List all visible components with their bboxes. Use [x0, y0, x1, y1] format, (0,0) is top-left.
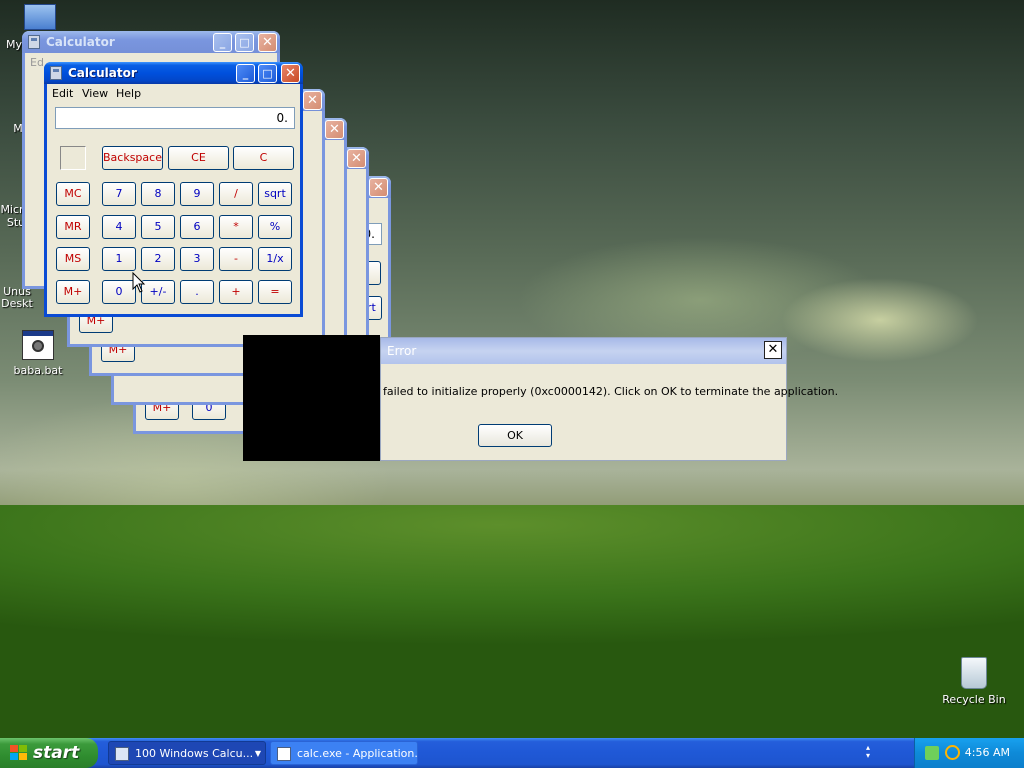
title-bar[interactable]: Calculator _ □ ✕: [44, 62, 303, 84]
maximize-button[interactable]: □: [235, 33, 254, 52]
clock: 4:56 AM: [964, 746, 1010, 759]
close-button[interactable]: ✕: [347, 149, 366, 168]
multiply-button[interactable]: *: [219, 215, 253, 239]
start-label: start: [33, 743, 80, 763]
divide-button[interactable]: /: [219, 182, 253, 206]
percent-button[interactable]: %: [258, 215, 292, 239]
batch-file-icon[interactable]: baba.bat: [0, 330, 76, 377]
clear-button[interactable]: C: [233, 146, 294, 170]
window-icon: [277, 747, 291, 761]
minimize-button[interactable]: _: [236, 64, 255, 83]
digit-8-button[interactable]: 8: [141, 182, 175, 206]
menu-view[interactable]: View: [82, 87, 108, 100]
close-button[interactable]: ✕: [303, 91, 322, 110]
calculator-window[interactable]: Calculator _ □ ✕ Edit View Help 0. Backs…: [44, 62, 303, 317]
window-title: Calculator: [46, 35, 115, 49]
window-title: Calculator: [68, 66, 137, 80]
sqrt-button[interactable]: sqrt: [258, 182, 292, 206]
system-tray: 4:56 AM: [914, 738, 1024, 768]
digit-6-button[interactable]: 6: [180, 215, 214, 239]
memory-store-button[interactable]: MS: [56, 247, 90, 271]
decimal-button[interactable]: .: [180, 280, 214, 304]
chevron-down-icon: ▼: [254, 749, 261, 758]
memory-recall-button[interactable]: MR: [56, 215, 90, 239]
recycle-bin-icon[interactable]: Recycle Bin: [936, 657, 1012, 706]
menu-help[interactable]: Help: [116, 87, 141, 100]
desktop-icon-label: Recycle Bin: [942, 693, 1006, 706]
network-icon[interactable]: [925, 746, 939, 760]
redacted-region: [243, 335, 380, 461]
title-bar[interactable]: Calculator _ □ ✕: [22, 31, 280, 53]
close-button[interactable]: ✕: [764, 341, 782, 359]
error-message: failed to initialize properly (0xc000014…: [383, 385, 839, 398]
calculator-icon: [115, 747, 129, 761]
mouse-cursor-icon: [132, 272, 146, 293]
error-dialog[interactable]: Error ✕ failed to initialize properly (0…: [380, 337, 838, 461]
menu-edit[interactable]: Edit: [52, 87, 73, 100]
error-title: Error: [387, 344, 417, 358]
digit-9-button[interactable]: 9: [180, 182, 214, 206]
close-button[interactable]: ✕: [325, 120, 344, 139]
digit-1-button[interactable]: 1: [102, 247, 136, 271]
digit-2-button[interactable]: 2: [141, 247, 175, 271]
taskbar-item-error[interactable]: calc.exe - Application...: [270, 741, 418, 765]
clear-entry-button[interactable]: CE: [168, 146, 229, 170]
reciprocal-button[interactable]: 1/x: [258, 247, 292, 271]
tray-scroll-icon[interactable]: ▴ ▾: [866, 744, 876, 760]
error-title-bar[interactable]: Error ✕: [381, 338, 786, 364]
search-icon[interactable]: [945, 745, 960, 760]
digit-7-button[interactable]: 7: [102, 182, 136, 206]
backspace-button[interactable]: Backspace: [102, 146, 163, 170]
taskbar: start 100 Windows Calcu... ▼ calc.exe - …: [0, 738, 1024, 768]
add-button[interactable]: +: [219, 280, 253, 304]
calculator-display: 0.: [55, 107, 295, 129]
close-button[interactable]: ✕: [369, 178, 388, 197]
menu-edit[interactable]: Ed: [30, 56, 44, 69]
digit-4-button[interactable]: 4: [102, 215, 136, 239]
sign-toggle-button[interactable]: +/-: [141, 280, 175, 304]
start-button[interactable]: start: [0, 738, 98, 768]
taskbar-item-calculators[interactable]: 100 Windows Calcu... ▼: [108, 741, 266, 765]
memory-add-button[interactable]: M+: [56, 280, 90, 304]
menu-bar: Edit View Help: [47, 84, 300, 102]
desktop-icon-label: My: [6, 38, 23, 51]
calculator-icon: [28, 35, 40, 49]
task-label: 100 Windows Calcu...: [135, 747, 254, 760]
my-computer-icon[interactable]: My: [0, 4, 76, 51]
task-label: calc.exe - Application...: [297, 747, 418, 760]
calculator-icon: [50, 66, 62, 80]
digit-5-button[interactable]: 5: [141, 215, 175, 239]
memory-clear-button[interactable]: MC: [56, 182, 90, 206]
close-button[interactable]: ✕: [258, 33, 277, 52]
memory-indicator: [60, 146, 86, 170]
desktop-icon-label: baba.bat: [13, 364, 63, 377]
maximize-button[interactable]: □: [258, 64, 277, 83]
windows-flag-icon: [10, 745, 28, 761]
equals-button[interactable]: =: [258, 280, 292, 304]
close-button[interactable]: ✕: [281, 64, 300, 83]
minimize-button[interactable]: _: [213, 33, 232, 52]
subtract-button[interactable]: -: [219, 247, 253, 271]
desktop-hills: [0, 505, 1024, 738]
digit-0-button[interactable]: 0: [102, 280, 136, 304]
digit-3-button[interactable]: 3: [180, 247, 214, 271]
ok-button[interactable]: OK: [478, 424, 552, 447]
